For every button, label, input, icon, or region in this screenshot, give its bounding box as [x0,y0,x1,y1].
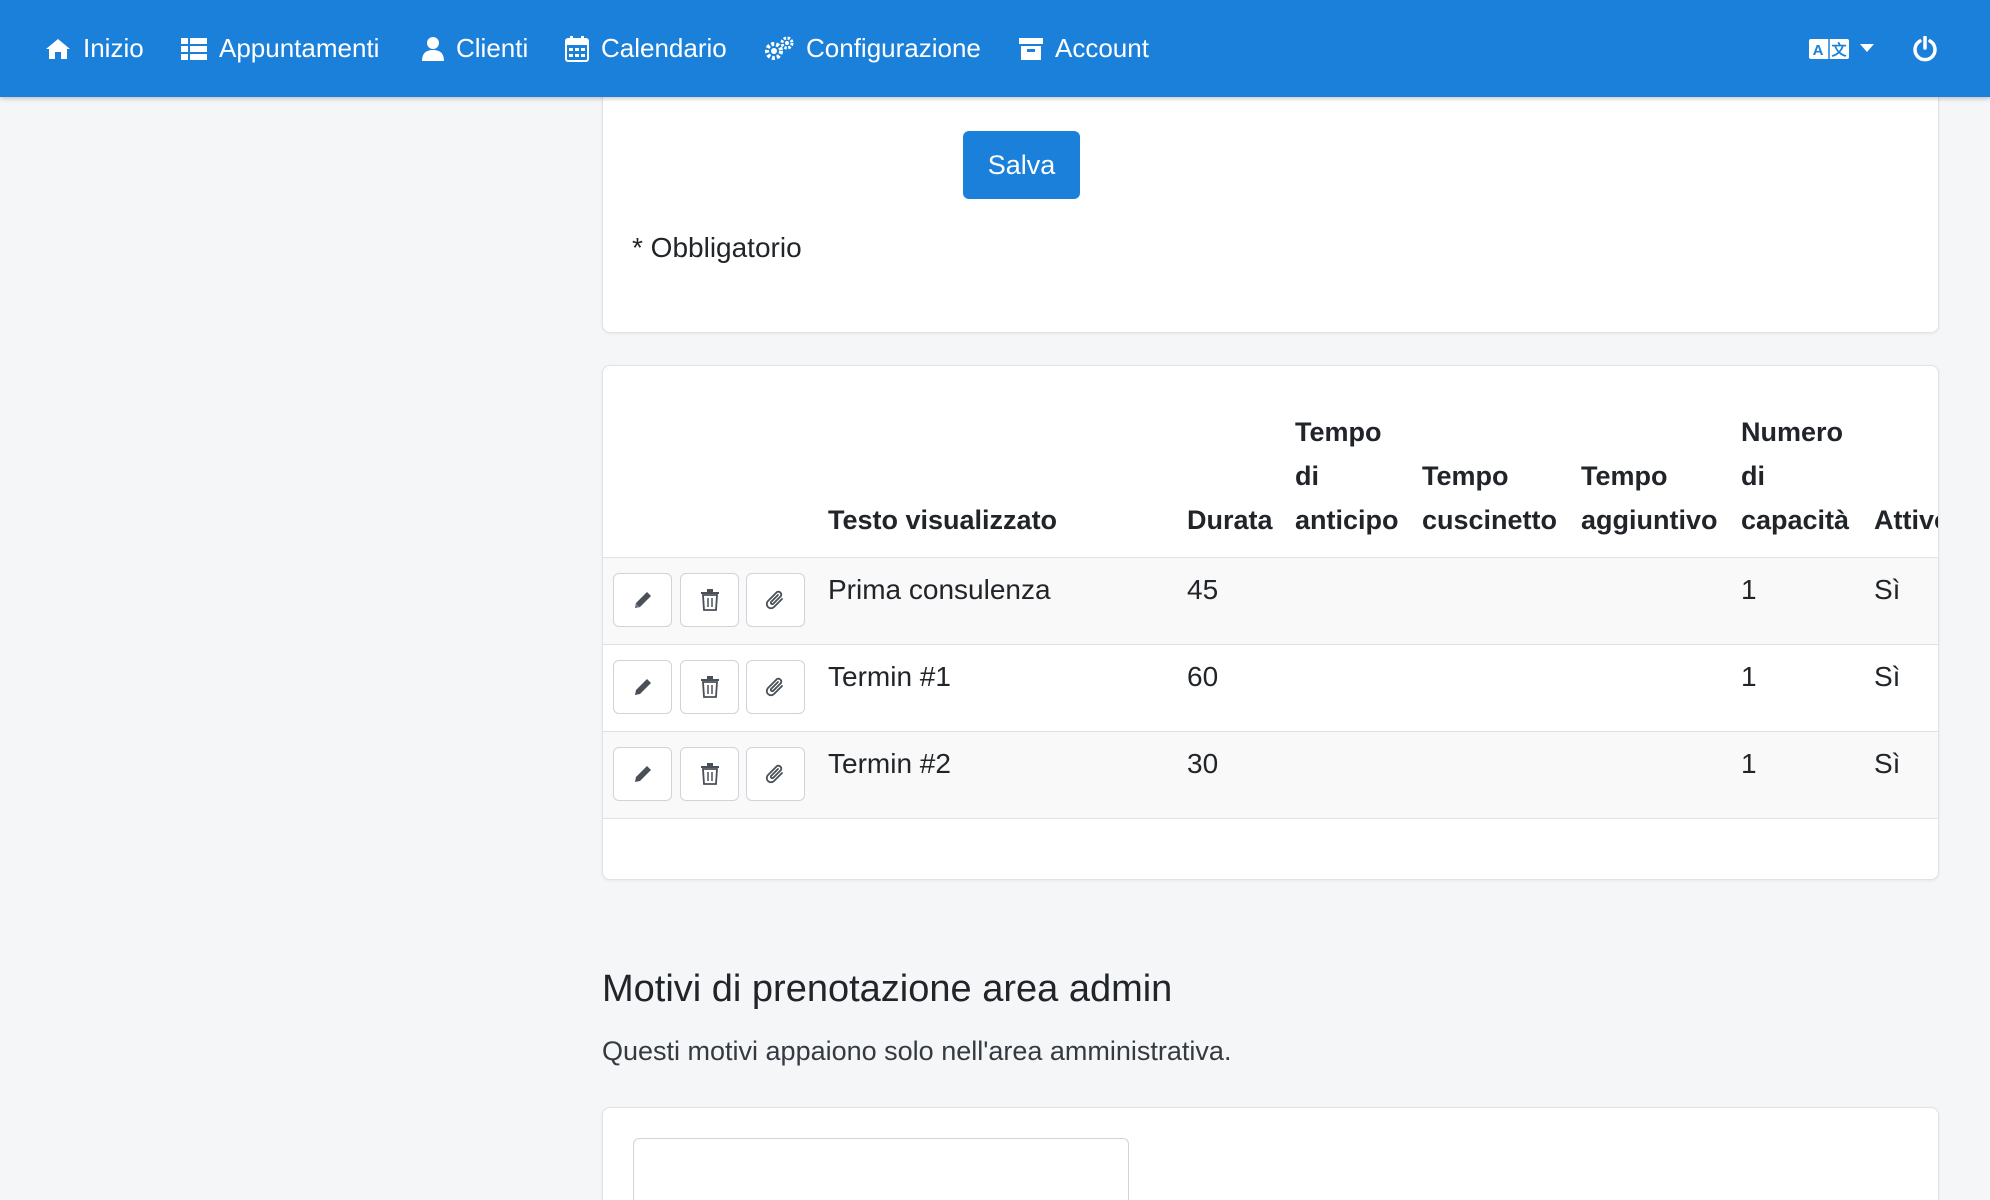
table-row: Termin #1 60 1 Sì [603,644,1938,731]
header-extra: Tempo aggiuntivo [1581,454,1718,542]
paperclip-icon [765,590,783,610]
caret-down-icon [1860,43,1874,52]
logout-button[interactable] [1912,0,1938,97]
paperclip-icon [765,764,783,784]
pencil-icon [634,592,651,608]
admin-reasons-card [602,1107,1939,1200]
gears-icon [765,36,794,60]
header-name: Testo visualizzato [828,505,1058,535]
attach-button[interactable] [746,573,805,627]
nav-item-calendario[interactable]: Calendario [565,0,727,97]
nav-label-inizio: Inizio [83,33,144,63]
header-capacity-line2: di [1741,461,1765,491]
delete-button[interactable] [680,660,739,714]
paperclip-icon [765,677,783,697]
header-buffer: Tempo cuscinetto [1422,454,1557,542]
archive-icon [1019,37,1043,60]
nav-label-configurazione: Configurazione [806,33,981,63]
delete-button[interactable] [680,747,739,801]
header-capacity-line1: Numero [1741,417,1844,447]
section-title: Motivi di prenotazione area admin [602,968,1173,1010]
header-extra-line2: aggiuntivo [1581,505,1718,535]
required-note: * Obbligatorio [632,232,802,263]
admin-reason-input[interactable] [633,1138,1129,1200]
cell-name: Prima consulenza [828,574,1051,605]
top-navbar: Inizio Appuntamenti Clienti Calendario C… [0,0,1990,97]
nav-item-account[interactable]: Account [1019,0,1149,97]
cell-duration: 45 [1187,574,1219,605]
calendar-icon [565,35,589,62]
nav-label-clienti: Clienti [456,33,529,63]
trash-icon [700,589,719,611]
cell-capacity: 1 [1741,661,1757,692]
home-icon [46,38,70,59]
save-button[interactable]: Salva [963,131,1080,199]
cell-capacity: 1 [1741,574,1757,605]
delete-button[interactable] [680,573,739,627]
header-capacity-line3: capacità [1741,505,1850,535]
list-icon [181,37,207,60]
pencil-icon [634,679,651,695]
attach-button[interactable] [746,660,805,714]
header-extra-line1: Tempo [1581,461,1668,491]
cell-active: Sì [1874,574,1901,605]
cell-name: Termin #1 [828,661,951,692]
trash-icon [700,676,719,698]
user-icon [422,36,444,61]
table-bottom-border [603,818,1938,819]
nav-item-clienti[interactable]: Clienti [422,0,528,97]
section-subtitle: Questi motivi appaiono solo nell'area am… [602,1036,1232,1066]
cell-name: Termin #2 [828,748,951,779]
header-buffer-line2: cuscinetto [1422,505,1558,535]
power-icon [1913,35,1937,61]
cell-duration: 30 [1187,748,1219,779]
table-row: Termin #2 30 1 Sì [603,731,1938,818]
header-capacity: Numero di capacità [1741,410,1849,542]
language-dropdown[interactable]: A 文 [1808,0,1874,97]
header-buffer-line1: Tempo [1422,461,1509,491]
header-lead-time: Tempo di anticipo [1295,410,1399,542]
nav-item-inizio[interactable]: Inizio [45,0,144,97]
services-table-card: Testo visualizzato Durata Tempo di antic… [602,365,1939,880]
language-icon: A 文 [1809,38,1849,59]
cell-active: Sì [1874,661,1901,692]
table-row: Prima consulenza 45 1 Sì [603,557,1938,644]
service-form-card [602,60,1939,333]
cell-duration: 60 [1187,661,1219,692]
edit-button[interactable] [613,573,672,627]
header-duration: Durata [1187,505,1273,535]
edit-button[interactable] [613,747,672,801]
edit-button[interactable] [613,660,672,714]
nav-item-appuntamenti[interactable]: Appuntamenti [181,0,379,97]
nav-item-configurazione[interactable]: Configurazione [764,0,981,97]
cell-active: Sì [1874,748,1901,779]
header-lead-time-line1: Tempo [1295,417,1382,447]
svg-text:文: 文 [1831,41,1847,59]
trash-icon [700,763,719,785]
pencil-icon [634,766,651,782]
nav-label-calendario: Calendario [601,33,727,63]
header-lead-time-line3: anticipo [1295,505,1399,535]
nav-label-account: Account [1055,33,1149,63]
header-lead-time-line2: di [1295,461,1319,491]
nav-label-appuntamenti: Appuntamenti [219,33,380,63]
services-table: Testo visualizzato Durata Tempo di antic… [603,366,1938,879]
cell-capacity: 1 [1741,748,1757,779]
header-active: Attivo [1874,505,1938,535]
svg-text:A: A [1813,42,1824,59]
attach-button[interactable] [746,747,805,801]
